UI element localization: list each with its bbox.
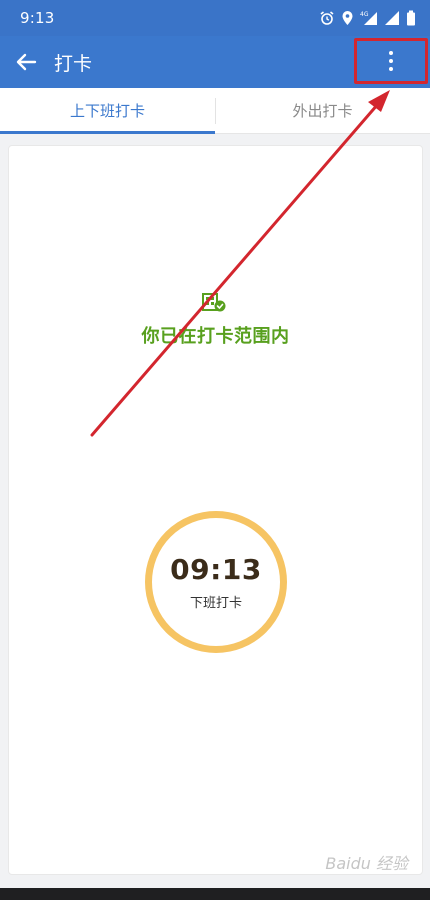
app-bar: 打卡 [0, 36, 430, 88]
tab-bar: 上下班打卡 外出打卡 [0, 88, 430, 134]
back-button[interactable] [4, 36, 48, 88]
more-button[interactable] [376, 46, 406, 76]
tab-label: 外出打卡 [292, 102, 353, 120]
tab-outing-punch[interactable]: 外出打卡 [215, 88, 430, 133]
page-title: 打卡 [54, 52, 93, 75]
clock-label: 下班打卡 [189, 596, 242, 611]
location-icon [341, 10, 354, 26]
screen: 9:13 4G 打卡 上下班打卡 外出打卡 你已在打卡范围内 09:13 下班打… [0, 0, 430, 900]
punch-card: 你已在打卡范围内 09:13 下班打卡 [8, 145, 423, 875]
more-button-highlight [354, 38, 428, 84]
arrow-left-icon [16, 53, 37, 71]
tab-label: 上下班打卡 [69, 102, 145, 120]
navigation-bar [0, 888, 430, 900]
status-time: 9:13 [20, 9, 55, 27]
clock-time: 09:13 [170, 553, 262, 586]
4g-signal-icon: 4G [360, 10, 378, 26]
more-vert-icon [389, 51, 393, 55]
status-icons: 4G [319, 10, 416, 26]
cell-signal-icon [384, 10, 400, 26]
watermark: Baidu 经验 [325, 854, 408, 873]
tab-divider [215, 98, 216, 124]
range-status-text: 你已在打卡范围内 [141, 326, 290, 347]
punch-clock-button[interactable]: 09:13 下班打卡 [145, 511, 287, 653]
tab-commute-punch[interactable]: 上下班打卡 [0, 88, 215, 134]
building-check-icon [202, 291, 226, 317]
network-label: 4G [360, 11, 369, 18]
alarm-icon [319, 10, 335, 26]
battery-icon [406, 10, 416, 26]
status-bar: 9:13 4G [0, 0, 430, 36]
